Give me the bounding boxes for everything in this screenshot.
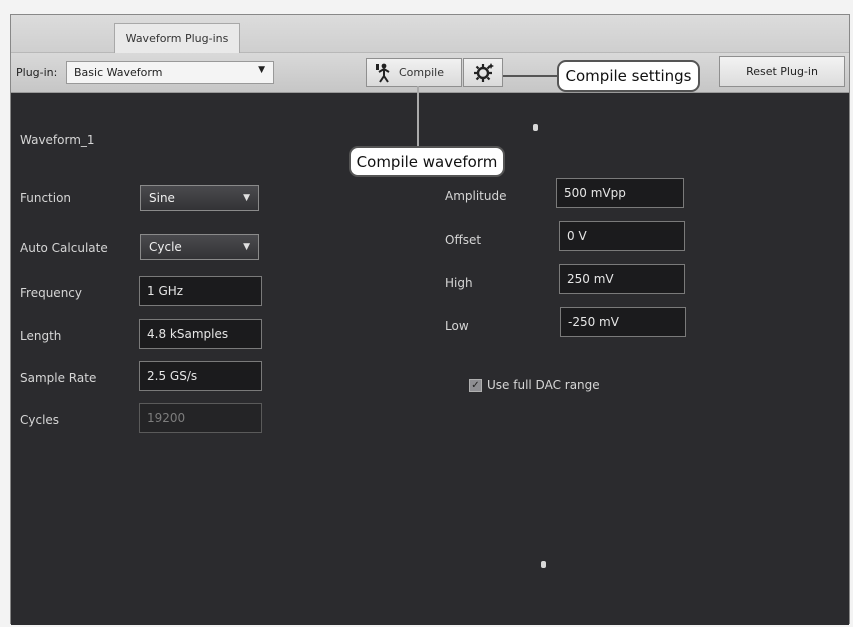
auto-calculate-label: Auto Calculate [20,241,108,255]
cycles-label: Cycles [20,413,60,427]
amplitude-input[interactable]: 500 mVpp [556,178,684,208]
gear-sparkle-icon [474,62,494,82]
cursor-marker [533,124,538,131]
high-label: High [445,276,473,290]
compile-icon [376,63,390,83]
cursor-marker [541,561,546,568]
plugin-select[interactable]: Basic Waveform ▼ [66,61,274,84]
plugin-select-value: Basic Waveform [74,66,163,79]
chevron-down-icon: ▼ [243,193,250,203]
function-select[interactable]: Sine ▼ [140,185,259,211]
function-label: Function [20,191,72,205]
callout-leader-line [417,86,419,146]
offset-label: Offset [445,233,482,247]
high-input[interactable]: 250 mV [559,264,685,294]
length-input[interactable]: 4.8 kSamples [139,319,262,349]
tab-bar: Waveform Plug-ins [11,15,849,53]
amplitude-label: Amplitude [445,189,507,203]
cycles-input: 19200 [139,403,262,433]
compile-settings-button[interactable] [463,58,503,87]
frequency-input[interactable]: 1 GHz [139,276,262,306]
plugin-toolbar: Plug-in: Basic Waveform ▼ Compile Reset … [11,53,849,93]
callout-leader-line [503,75,557,77]
auto-calculate-select-value: Cycle [149,240,182,254]
compile-waveform-callout: Compile waveform [349,146,505,177]
compile-button[interactable]: Compile [366,58,462,87]
chevron-down-icon: ▼ [258,65,265,75]
use-full-dac-checkbox[interactable]: ✓ [469,379,482,392]
compile-button-label: Compile [399,66,444,79]
plugin-label: Plug-in: [16,66,58,79]
waveform-plugins-window: Waveform Plug-ins Plug-in: Basic Wavefor… [10,14,850,625]
auto-calculate-select[interactable]: Cycle ▼ [140,234,259,260]
offset-input[interactable]: 0 V [559,221,685,251]
frequency-label: Frequency [20,286,82,300]
low-input[interactable]: -250 mV [560,307,686,337]
use-full-dac-label: Use full DAC range [487,378,600,392]
sample-rate-label: Sample Rate [20,371,97,385]
waveform-name: Waveform_1 [20,133,95,147]
sample-rate-input[interactable]: 2.5 GS/s [139,361,262,391]
compile-settings-callout: Compile settings [557,60,700,92]
length-label: Length [20,329,62,343]
reset-plugin-button[interactable]: Reset Plug-in [719,56,845,87]
function-select-value: Sine [149,191,175,205]
low-label: Low [445,319,469,333]
tab-waveform-plugins[interactable]: Waveform Plug-ins [114,23,240,53]
chevron-down-icon: ▼ [243,242,250,252]
